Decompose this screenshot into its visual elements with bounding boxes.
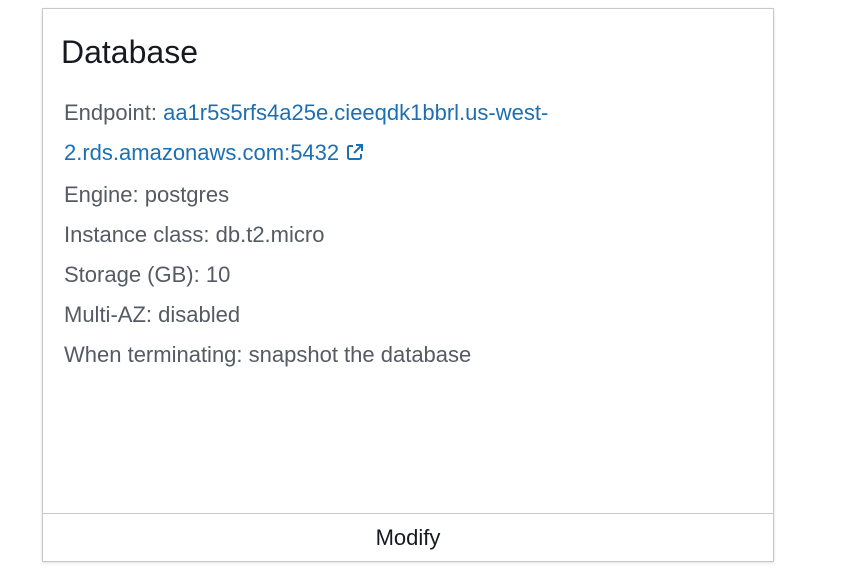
endpoint-url-line2: 2.rds.amazonaws.com:5432 [64,140,340,165]
card-title: Database [61,34,198,70]
database-details: Endpoint: aa1r5s5rfs4a25e.cieeqdk1bbrl.u… [64,93,754,375]
modify-button[interactable]: Modify [43,513,773,561]
engine-row: Engine: postgres [64,182,230,207]
external-link-icon [345,135,365,175]
termination-row: When terminating: snapshot the database [64,342,472,367]
instance-class-row: Instance class: db.t2.micro [64,222,325,247]
endpoint-url-line1: aa1r5s5rfs4a25e.cieeqdk1bbrl.us-west- [163,100,549,125]
endpoint-label: Endpoint: [64,100,164,125]
modify-button-label: Modify [375,524,441,550]
endpoint-row: Endpoint: aa1r5s5rfs4a25e.cieeqdk1bbrl.u… [64,93,754,133]
endpoint-row-continued: 2.rds.amazonaws.com:5432 [64,133,754,175]
endpoint-link[interactable]: aa1r5s5rfs4a25e.cieeqdk1bbrl.us-west- [163,100,548,125]
endpoint-link-continued[interactable]: 2.rds.amazonaws.com:5432 [64,140,365,165]
storage-row: Storage (GB): 10 [64,262,231,287]
database-card: Database Endpoint: aa1r5s5rfs4a25e.cieeq… [42,8,774,562]
multi-az-row: Multi-AZ: disabled [64,302,241,327]
